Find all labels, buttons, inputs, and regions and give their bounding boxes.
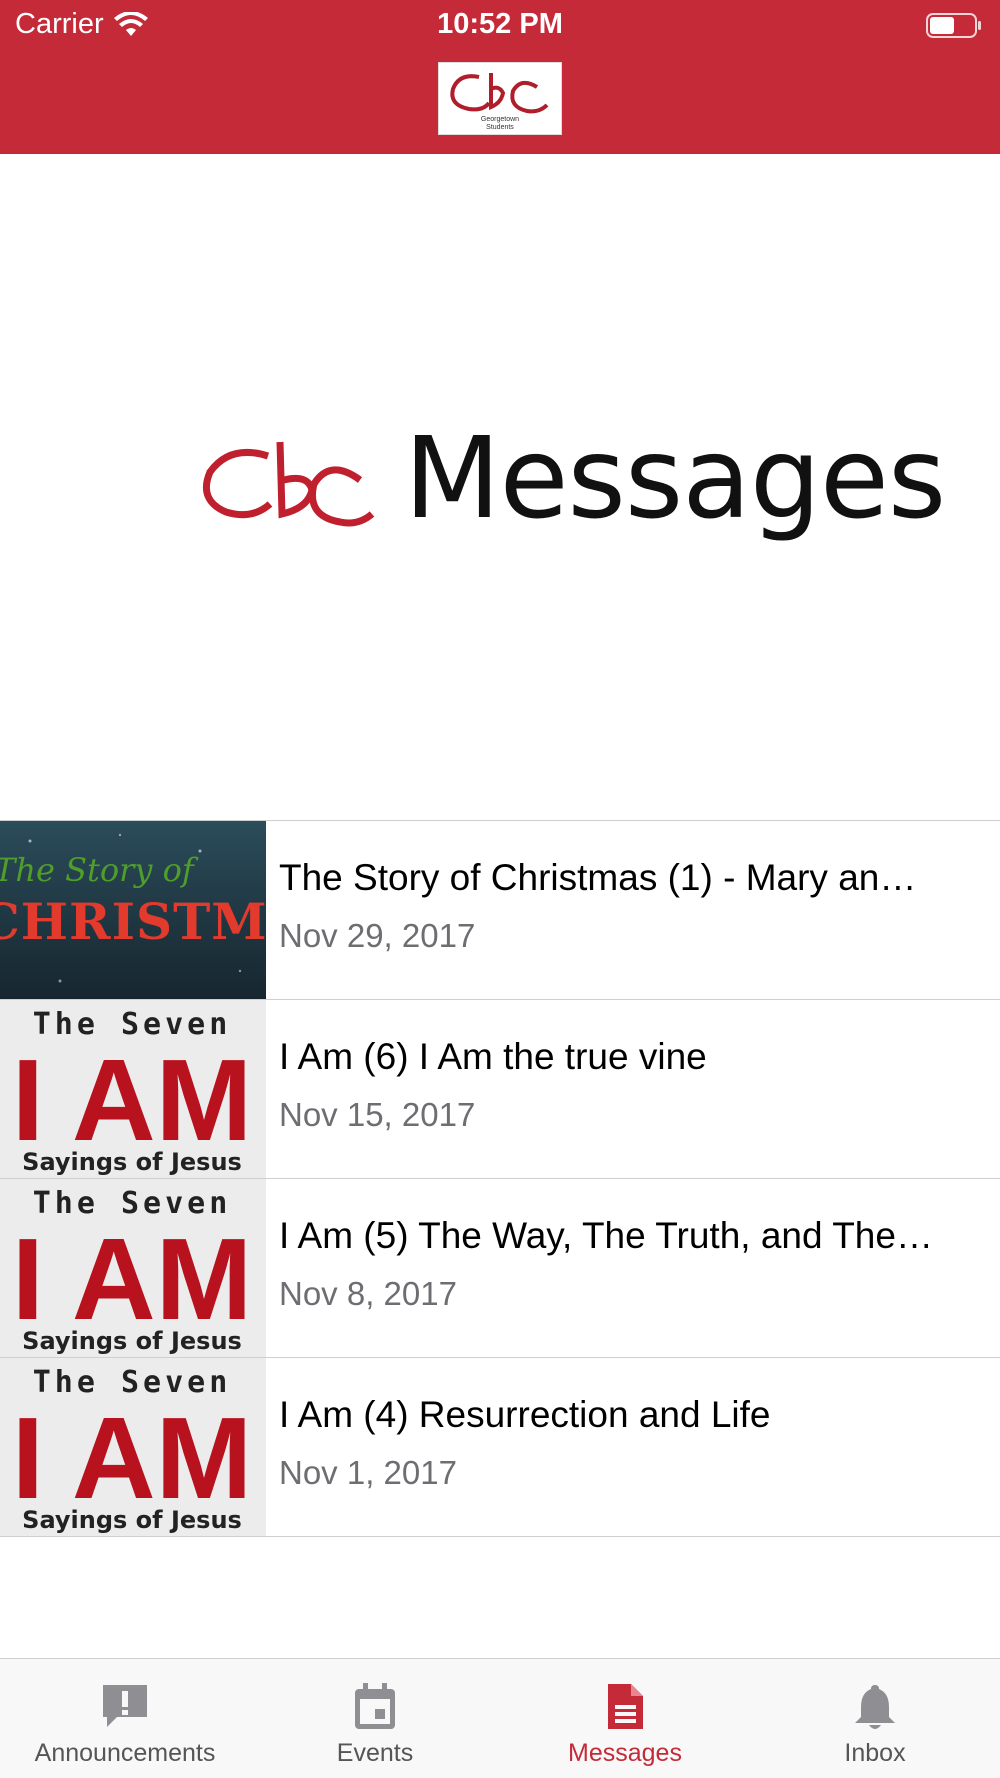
thumb-line3: Sayings of Jesus	[22, 1148, 242, 1176]
message-title: The Story of Christmas (1) - Mary an…	[279, 857, 917, 898]
message-thumbnail: The Seven I AM Sayings of Jesus	[0, 1000, 266, 1178]
document-icon	[608, 1684, 643, 1729]
message-date: Nov 8, 2017	[279, 1275, 457, 1312]
svg-text:Georgetown: Georgetown	[481, 116, 519, 123]
thumb-line2: I AM	[12, 1214, 253, 1344]
gbc-logo-icon: Georgetown Students	[450, 73, 549, 131]
message-text: I Am (4) Resurrection and Life Nov 1, 20…	[279, 1358, 979, 1536]
message-row[interactable]: The Seven I AM Sayings of Jesus I Am (5)…	[0, 1179, 1000, 1358]
banner-title: Messages	[404, 414, 946, 544]
message-text: I Am (6) I Am the true vine Nov 15, 2017	[279, 1000, 979, 1178]
message-date: Nov 15, 2017	[279, 1096, 476, 1133]
message-thumbnail: The Seven I AM Sayings of Jesus	[0, 1179, 266, 1357]
message-date: Nov 1, 2017	[279, 1454, 457, 1491]
message-thumbnail: The Story of CHRISTMAS	[0, 821, 266, 999]
message-title: I Am (6) I Am the true vine	[279, 1036, 707, 1077]
message-thumbnail: The Seven I AM Sayings of Jesus	[0, 1358, 266, 1536]
tab-label: Events	[336, 1739, 414, 1767]
message-date: Nov 29, 2017	[279, 917, 476, 954]
thumb-line2: CHRISTMAS	[0, 892, 266, 951]
tab-label: Inbox	[844, 1739, 906, 1767]
tab-label: Announcements	[34, 1739, 216, 1767]
message-title: I Am (5) The Way, The Truth, and The…	[279, 1215, 933, 1256]
message-title: I Am (4) Resurrection and Life	[279, 1394, 771, 1435]
thumb-line3: Sayings of Jesus	[22, 1327, 242, 1355]
header-logo: Georgetown Students	[438, 62, 562, 135]
tab-announcements[interactable]: Announcements	[0, 1659, 250, 1778]
status-bar: Carrier 10:52 PM	[0, 0, 1000, 52]
calendar-icon	[355, 1683, 395, 1729]
message-row[interactable]: The Seven I AM Sayings of Jesus I Am (4)…	[0, 1358, 1000, 1537]
messages-banner: Messages	[0, 154, 1000, 820]
tab-label: Messages	[568, 1739, 682, 1767]
thumb-line2: I AM	[12, 1035, 253, 1165]
status-time: 10:52 PM	[437, 8, 563, 40]
bell-icon	[855, 1685, 895, 1729]
svg-text:Students: Students	[486, 124, 514, 131]
thumb-line1: The Story of	[0, 851, 199, 889]
thumb-line2: I AM	[12, 1393, 253, 1523]
tab-events[interactable]: Events	[250, 1659, 500, 1778]
tab-bar: Announcements Events Messages Inbox	[0, 1658, 1000, 1778]
battery-icon	[926, 13, 981, 38]
messages-list: The Story of CHRISTMAS The Story of Chri…	[0, 820, 1000, 1537]
tab-messages[interactable]: Messages	[500, 1659, 750, 1778]
message-text: The Story of Christmas (1) - Mary an… No…	[279, 821, 979, 999]
gbc-banner-logo	[203, 441, 375, 527]
thumb-line3: Sayings of Jesus	[22, 1506, 242, 1534]
tab-inbox[interactable]: Inbox	[750, 1659, 1000, 1778]
exclamation-icon	[103, 1685, 147, 1727]
message-text: I Am (5) The Way, The Truth, and The… No…	[279, 1179, 979, 1357]
message-row[interactable]: The Story of CHRISTMAS The Story of Chri…	[0, 821, 1000, 1000]
message-row[interactable]: The Seven I AM Sayings of Jesus I Am (6)…	[0, 1000, 1000, 1179]
app-header: Carrier 10:52 PM Georgetown Students	[0, 0, 1000, 154]
